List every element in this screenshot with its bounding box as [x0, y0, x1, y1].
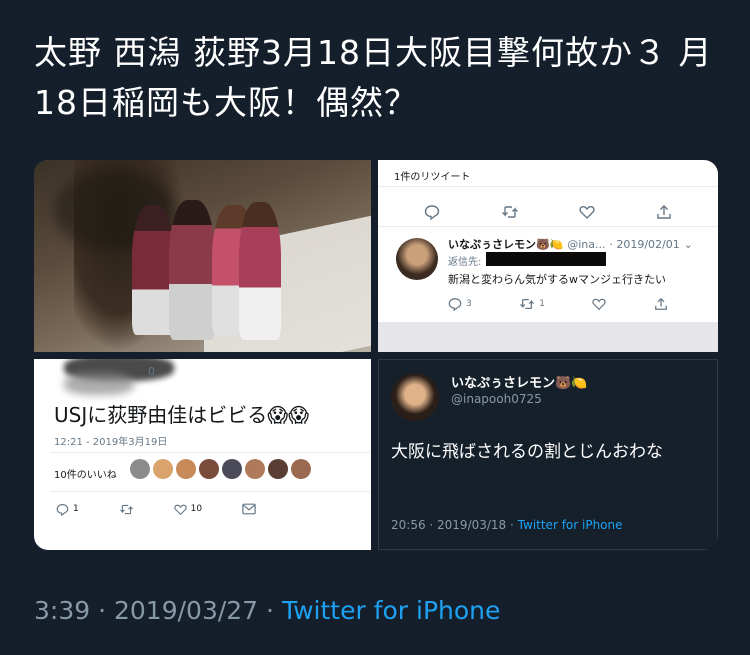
avatar: [130, 459, 150, 479]
author-name: いなぷぅさレモン🐻🍋: [451, 376, 588, 391]
avatar: [176, 459, 196, 479]
reply-body: 新潟と変わらん気がするwマンジェ行きたい: [448, 273, 666, 286]
author-handle: @ina...: [567, 238, 606, 251]
osaka-time-date: 20:56 · 2019/03/18 ·: [391, 518, 514, 532]
avatar: [391, 373, 439, 421]
tweet-date: 2019/03/27: [114, 596, 259, 625]
photo-cell[interactable]: [34, 160, 371, 352]
reply-action-row: 3 1: [448, 296, 668, 312]
avatar: [245, 459, 265, 479]
meta-separator: ·: [98, 596, 107, 625]
redaction-bar: [486, 252, 606, 266]
chevron-down-icon: ⌄: [683, 238, 693, 251]
divider: [50, 491, 371, 492]
tweet-meta: 3:39 · 2019/03/27 · Twitter for iPhone: [34, 596, 500, 625]
osaka-screenshot-cell[interactable]: いなぷぅさレモン🐻🍋 @inapooh0725 大阪に飛ばされるの割とじんおわな…: [378, 359, 718, 550]
osaka-tweet-body: 大阪に飛ばされるの割とじんおわな: [391, 442, 663, 462]
avatar: [222, 459, 242, 479]
photo-person: [169, 200, 215, 340]
usj-tweet-text: USJに荻野由佳はビビる: [54, 403, 268, 427]
avatar: [291, 459, 311, 479]
photo-person: [132, 205, 174, 335]
author-emoji: 🐻🍋: [536, 238, 564, 251]
tweet-date: · 2019/02/01: [609, 238, 680, 251]
likes-label: 10件のいいね: [54, 470, 117, 481]
avatar: [153, 459, 173, 479]
redaction-smudge: [64, 373, 134, 395]
author-line: いなぷぅさレモン🐻🍋 @ina... · 2019/02/01 ⌄: [448, 236, 693, 252]
share-icon: [654, 297, 668, 311]
divider: [378, 226, 718, 227]
author-handle: @inapooh0725: [451, 392, 542, 406]
retweet-icon: [501, 204, 519, 220]
author-name: いなぷぅさレモン: [448, 238, 536, 251]
partial-text: 0: [148, 365, 155, 378]
osaka-tweet-meta: 20:56 · 2019/03/18 · Twitter for iPhone: [391, 518, 623, 532]
like-icon: [592, 297, 607, 311]
usj-action-row: 1 10: [56, 501, 256, 517]
reply-count: 1: [73, 504, 79, 514]
bottom-bar: [378, 322, 718, 352]
retweet-icon: [119, 503, 134, 516]
divider: [50, 452, 371, 453]
like-count: 10: [190, 504, 203, 514]
tweet-time: 3:39: [34, 596, 91, 625]
usj-screenshot-cell[interactable]: 0 USJに荻野由佳はビビる😱😱 12:21 - 2019年3月19日 10件の…: [34, 359, 371, 550]
avatar: [199, 459, 219, 479]
action-row: [424, 204, 672, 220]
reply-count: 3: [466, 299, 472, 309]
mail-icon: [242, 503, 256, 515]
like-icon: 10: [173, 501, 203, 517]
meta-separator: ·: [266, 596, 274, 625]
scream-emoji: 😱😱: [267, 403, 309, 427]
divider: [378, 186, 718, 187]
avatar: [268, 459, 288, 479]
reply-icon: 3: [448, 296, 472, 312]
liker-avatars: [130, 459, 311, 479]
share-icon: [656, 204, 672, 220]
reply-icon: [424, 204, 440, 220]
retweet-icon: 1: [519, 296, 545, 312]
source-link[interactable]: Twitter for iPhone: [282, 596, 500, 625]
usj-timestamp: 12:21 - 2019年3月19日: [54, 437, 168, 448]
avatar: [396, 238, 438, 280]
retweet-count-label: 1件のリツイート: [394, 172, 471, 183]
photo-person: [239, 202, 281, 340]
like-icon: [579, 204, 595, 220]
media-grid[interactable]: 1件のリツイート いなぷぅさレモン🐻🍋 @ina... · 2019/02/01…: [34, 160, 718, 550]
reply-icon: 1: [56, 501, 79, 517]
osaka-source-link[interactable]: Twitter for iPhone: [518, 518, 623, 532]
usj-tweet-body: USJに荻野由佳はビビる😱😱: [54, 399, 309, 428]
tweet-text: 太野 西潟 荻野3月18日大阪目撃何故か３ 月18日稲岡も大阪！偶然？: [34, 33, 713, 122]
retweet-count: 1: [539, 299, 545, 309]
reply-to-label: 返信先:: [448, 257, 482, 268]
reply-screenshot-cell[interactable]: 1件のリツイート いなぷぅさレモン🐻🍋 @ina... · 2019/02/01…: [378, 160, 718, 352]
